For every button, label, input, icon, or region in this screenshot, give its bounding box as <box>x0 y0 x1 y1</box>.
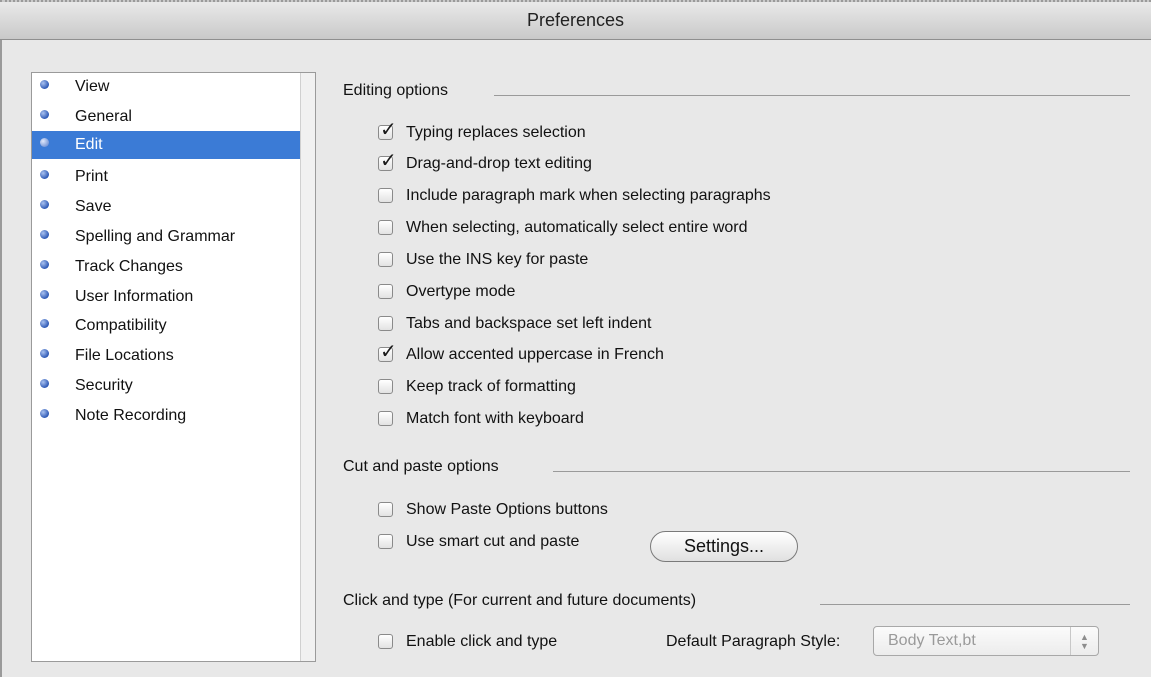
sidebar-item-print[interactable]: Print <box>32 163 300 191</box>
checkbox[interactable] <box>378 220 393 235</box>
sidebar-item-track-changes[interactable]: Track Changes <box>32 253 300 281</box>
bullet-icon <box>40 290 49 299</box>
checkbox[interactable]: ✓ <box>378 120 397 140</box>
bullet-icon <box>40 409 49 418</box>
checkbox[interactable]: ✓ <box>378 342 397 362</box>
bullet-icon <box>40 260 49 269</box>
sidebar-item-label: Compatibility <box>75 317 167 334</box>
sidebar-item-spelling-and-grammar[interactable]: Spelling and Grammar <box>32 223 300 251</box>
checkbox[interactable] <box>378 411 393 426</box>
checkmark-icon: ✓ <box>380 119 397 141</box>
sidebar-item-label: User Information <box>75 288 194 305</box>
window-left-edge <box>0 40 2 677</box>
sidebar-item-label: Save <box>75 198 112 215</box>
checkbox[interactable] <box>378 252 393 267</box>
sidebar-item-label: Edit <box>75 136 103 153</box>
section-divider <box>553 471 1130 472</box>
checkbox[interactable] <box>378 188 393 203</box>
checkbox[interactable]: ✓ <box>378 151 397 171</box>
editing-options-header: Editing options <box>343 82 448 99</box>
sidebar-item-label: Spelling and Grammar <box>75 228 236 245</box>
bullet-icon <box>40 80 49 89</box>
option-label: Use smart cut and paste <box>406 533 580 550</box>
option-label: Allow accented uppercase in French <box>406 346 664 363</box>
sidebar-item-label: View <box>75 78 110 95</box>
bullet-icon <box>40 349 49 358</box>
checkmark-icon: ✓ <box>380 341 397 363</box>
option-label: Enable click and type <box>406 633 558 650</box>
checkbox[interactable] <box>378 634 393 649</box>
default-paragraph-style-label: Default Paragraph Style: <box>666 633 841 650</box>
click-and-type-header: Click and type (For current and future d… <box>343 592 697 609</box>
sidebar-item-user-information[interactable]: User Information <box>32 283 300 311</box>
checkbox[interactable] <box>378 316 393 331</box>
option-label: Keep track of formatting <box>406 378 576 395</box>
option-label: Show Paste Options buttons <box>406 501 608 518</box>
checkbox[interactable] <box>378 502 393 517</box>
preferences-sidebar: View General Edit Print Save Spelling an… <box>31 72 316 662</box>
bullet-icon <box>40 110 49 119</box>
option-label: Typing replaces selection <box>406 124 586 141</box>
section-divider <box>820 604 1130 605</box>
option-label: Tabs and backspace set left indent <box>406 315 652 332</box>
sidebar-item-file-locations[interactable]: File Locations <box>32 342 300 370</box>
option-label: Match font with keyboard <box>406 410 584 427</box>
sidebar-item-save[interactable]: Save <box>32 193 300 221</box>
checkbox[interactable] <box>378 534 393 549</box>
checkmark-icon: ✓ <box>380 150 397 172</box>
section-divider <box>494 95 1130 96</box>
window-title: Preferences <box>526 10 625 30</box>
sidebar-item-label: File Locations <box>75 347 174 364</box>
checkbox[interactable] <box>378 379 393 394</box>
sidebar-item-label: Track Changes <box>75 258 183 275</box>
sidebar-item-security[interactable]: Security <box>32 372 300 400</box>
bullet-icon <box>40 138 49 147</box>
bullet-icon <box>40 170 49 179</box>
settings-button[interactable]: Settings... <box>650 531 798 562</box>
sidebar-item-note-recording[interactable]: Note Recording <box>32 402 300 430</box>
sidebar-item-label: General <box>75 108 132 125</box>
sidebar-item-general[interactable]: General <box>32 103 300 131</box>
option-label: Include paragraph mark when selecting pa… <box>406 187 771 204</box>
option-label: Overtype mode <box>406 283 516 300</box>
bullet-icon <box>40 200 49 209</box>
select-value: Body Text,bt <box>888 632 976 649</box>
bullet-icon <box>40 379 49 388</box>
checkbox[interactable] <box>378 284 393 299</box>
sidebar-item-label: Note Recording <box>75 407 187 424</box>
sidebar-item-label: Security <box>75 377 133 394</box>
title-bar: Preferences <box>0 0 1151 40</box>
option-label: Use the INS key for paste <box>406 251 589 268</box>
sidebar-scrollbar[interactable] <box>300 73 315 661</box>
bullet-icon <box>40 319 49 328</box>
option-label: When selecting, automatically select ent… <box>406 219 748 236</box>
stepper-arrows-icon: ▲ ▼ <box>1070 627 1098 655</box>
cut-paste-options-header: Cut and paste options <box>343 458 499 475</box>
sidebar-item-compatibility[interactable]: Compatibility <box>32 312 300 340</box>
sidebar-item-label: Print <box>75 168 108 185</box>
sidebar-item-view[interactable]: View <box>32 73 300 101</box>
sidebar-item-edit[interactable]: Edit <box>32 131 300 159</box>
option-label: Drag-and-drop text editing <box>406 155 592 172</box>
bullet-icon <box>40 230 49 239</box>
default-paragraph-style-select[interactable]: Body Text,bt ▲ ▼ <box>873 626 1099 656</box>
